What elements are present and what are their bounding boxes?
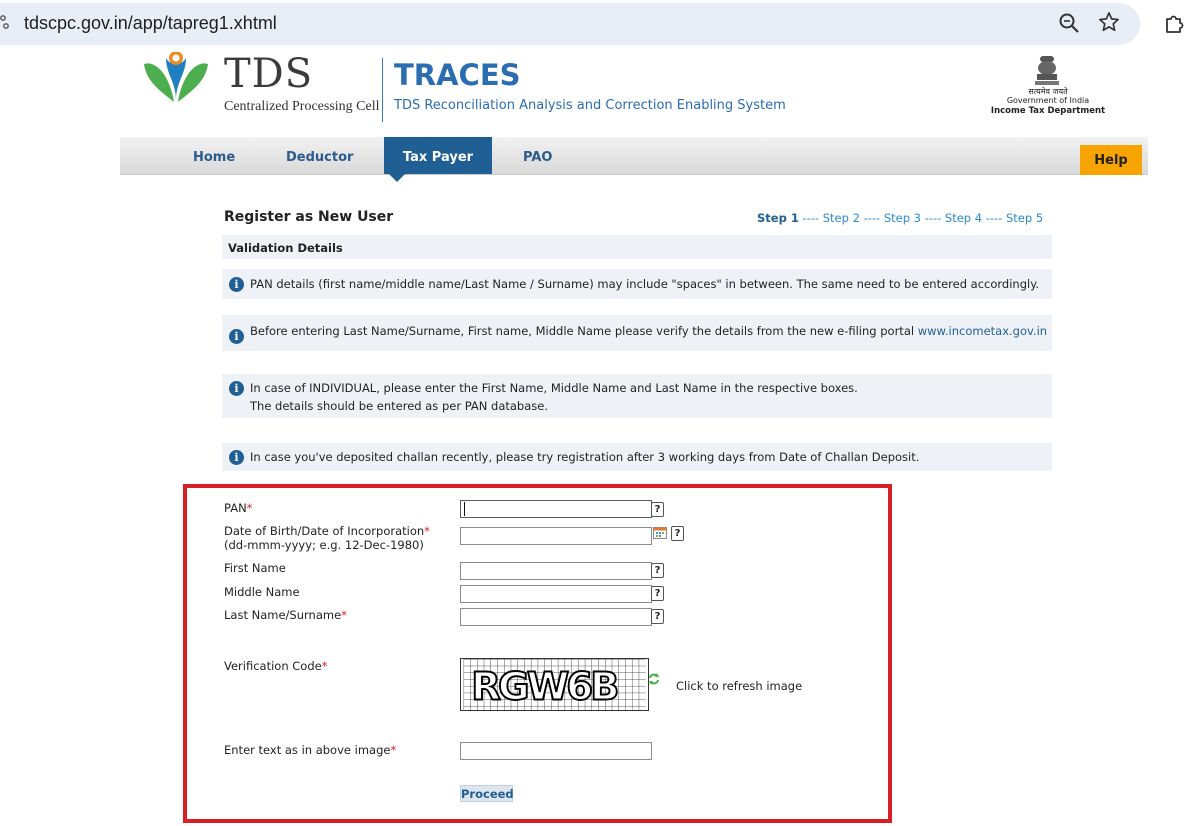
header-divider — [382, 58, 383, 122]
efiling-portal-link[interactable]: www.incometax.gov.in — [918, 324, 1047, 338]
last-name-help-icon[interactable]: ? — [651, 609, 664, 624]
pan-help-icon[interactable]: ? — [651, 502, 664, 517]
text-cursor — [464, 502, 465, 516]
nav-deductor[interactable]: Deductor — [286, 137, 353, 175]
section-title: Validation Details — [222, 235, 1052, 259]
dob-label: Date of Birth/Date of Incorporation* (dd-… — [224, 524, 430, 552]
logo-cpc-text: Centralized Processing Cell — [224, 99, 380, 114]
nav-home[interactable]: Home — [193, 137, 235, 175]
dob-help-icon[interactable]: ? — [671, 526, 684, 541]
proceed-button[interactable]: Proceed — [460, 785, 514, 802]
logo-tds-text: TDS — [224, 51, 314, 97]
national-emblem-icon — [1035, 56, 1059, 85]
step-2: Step 2 — [822, 211, 860, 225]
info-note-3: i In case of INDIVIDUAL, please enter th… — [222, 374, 1052, 418]
middle-name-label: Middle Name — [224, 585, 300, 599]
extensions-icon[interactable] — [1162, 11, 1186, 35]
step-5: Step 5 — [1005, 211, 1044, 225]
first-name-input[interactable] — [460, 562, 652, 580]
site-title: TRACES — [394, 58, 521, 92]
verification-code-label: Verification Code* — [224, 659, 328, 673]
tds-logo-icon — [144, 52, 208, 102]
step-3: Step 3 — [883, 211, 921, 225]
enter-text-label: Enter text as in above image* — [224, 743, 397, 757]
info-icon: i — [229, 450, 244, 465]
info-note-4: i In case you've deposited challan recen… — [222, 443, 1052, 471]
refresh-icon[interactable] — [648, 672, 660, 686]
captcha-input[interactable] — [460, 742, 652, 760]
info-icon: i — [229, 277, 244, 292]
main-nav: Home Deductor Tax Payer PAO — [120, 137, 1148, 175]
browser-toolbar: tdscpc.gov.in/app/tapreg1.xhtml — [0, 0, 1200, 52]
refresh-image-link[interactable]: Click to refresh image — [676, 679, 802, 693]
nav-tax-payer[interactable]: Tax Payer — [384, 137, 492, 174]
middle-name-input[interactable] — [460, 585, 652, 603]
last-name-label: Last Name/Surname* — [224, 608, 347, 622]
pan-input[interactable] — [460, 500, 652, 518]
step-4: Step 4 — [944, 211, 983, 225]
income-tax-dept-text: Income Tax Department — [990, 106, 1106, 116]
info-icon: i — [229, 381, 244, 396]
help-button[interactable]: Help — [1080, 145, 1142, 175]
info-icon: i — [229, 329, 244, 344]
captcha-text: RGW6B — [471, 664, 617, 709]
site-info-icon[interactable] — [0, 14, 10, 34]
middle-name-help-icon[interactable]: ? — [651, 586, 664, 601]
zoom-icon[interactable] — [1058, 12, 1080, 34]
url-text[interactable]: tdscpc.gov.in/app/tapreg1.xhtml — [24, 13, 277, 34]
site-subtitle: TDS Reconciliation Analysis and Correcti… — [394, 98, 786, 113]
page-title: Register as New User — [224, 209, 394, 225]
first-name-label: First Name — [224, 561, 286, 575]
active-tab-pointer — [389, 174, 405, 182]
dob-input[interactable] — [460, 527, 652, 545]
step-indicator: Step 1 ---- Step 2 ---- Step 3 ---- Step… — [757, 211, 1044, 225]
gov-india-text: Government of India — [1006, 96, 1090, 105]
bookmark-star-icon[interactable] — [1098, 11, 1120, 33]
info-note-2: i Before entering Last Name/Surname, Fir… — [222, 315, 1052, 351]
first-name-help-icon[interactable]: ? — [651, 563, 664, 578]
calendar-icon[interactable] — [653, 526, 667, 539]
pan-label: PAN* — [224, 501, 253, 515]
info-note-1: i PAN details (first name/middle name/La… — [222, 269, 1052, 299]
captcha-image: RGW6B — [460, 658, 649, 711]
last-name-input[interactable] — [460, 608, 652, 626]
nav-pao[interactable]: PAO — [523, 137, 552, 175]
step-1: Step 1 — [757, 211, 799, 225]
